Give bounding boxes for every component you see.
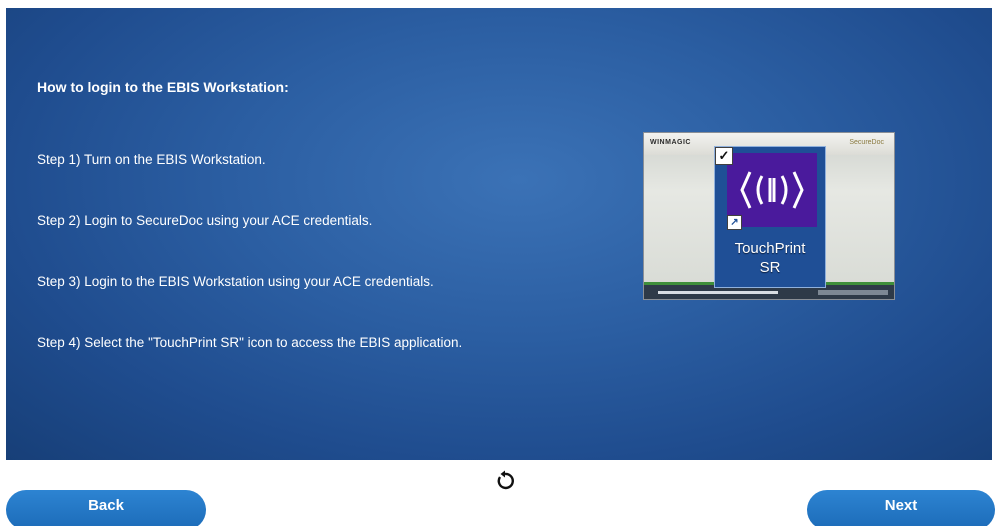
icon-label-line-2: SR xyxy=(759,259,781,276)
replay-icon[interactable] xyxy=(494,470,516,492)
touchprint-sr-desktop-icon: ✓ ↗ TouchPrint SR xyxy=(714,146,826,288)
workstation-screenshot: WINMAGIC SecureDoc ✓ ↗ TouchPrint SR xyxy=(643,132,895,300)
slide-title: How to login to the EBIS Workstation: xyxy=(37,79,289,95)
step-3-text: Step 3) Login to the EBIS Workstation us… xyxy=(37,274,434,289)
screenshot-progress-bar xyxy=(658,291,778,294)
step-2-text: Step 2) Login to SecureDoc using your AC… xyxy=(37,213,373,228)
slide-panel: How to login to the EBIS Workstation: St… xyxy=(6,8,992,460)
shortcut-arrow-icon: ↗ xyxy=(727,215,742,230)
player-stage: How to login to the EBIS Workstation: St… xyxy=(0,0,995,526)
step-4-text: Step 4) Select the "TouchPrint SR" icon … xyxy=(37,335,463,350)
screenshot-brand-right: SecureDoc xyxy=(849,139,884,146)
step-1-text: Step 1) Turn on the EBIS Workstation. xyxy=(37,152,266,167)
screenshot-status-bar xyxy=(818,290,888,295)
back-button[interactable]: Back xyxy=(6,490,206,526)
checkbox-checked-icon: ✓ xyxy=(715,147,733,165)
fingerprint-brackets-icon xyxy=(740,171,804,209)
screenshot-brand-left: WINMAGIC xyxy=(650,139,691,146)
next-button[interactable]: Next xyxy=(807,490,995,526)
icon-label-line-1: TouchPrint xyxy=(734,240,806,257)
touchprint-icon-label: TouchPrint SR xyxy=(715,239,825,277)
